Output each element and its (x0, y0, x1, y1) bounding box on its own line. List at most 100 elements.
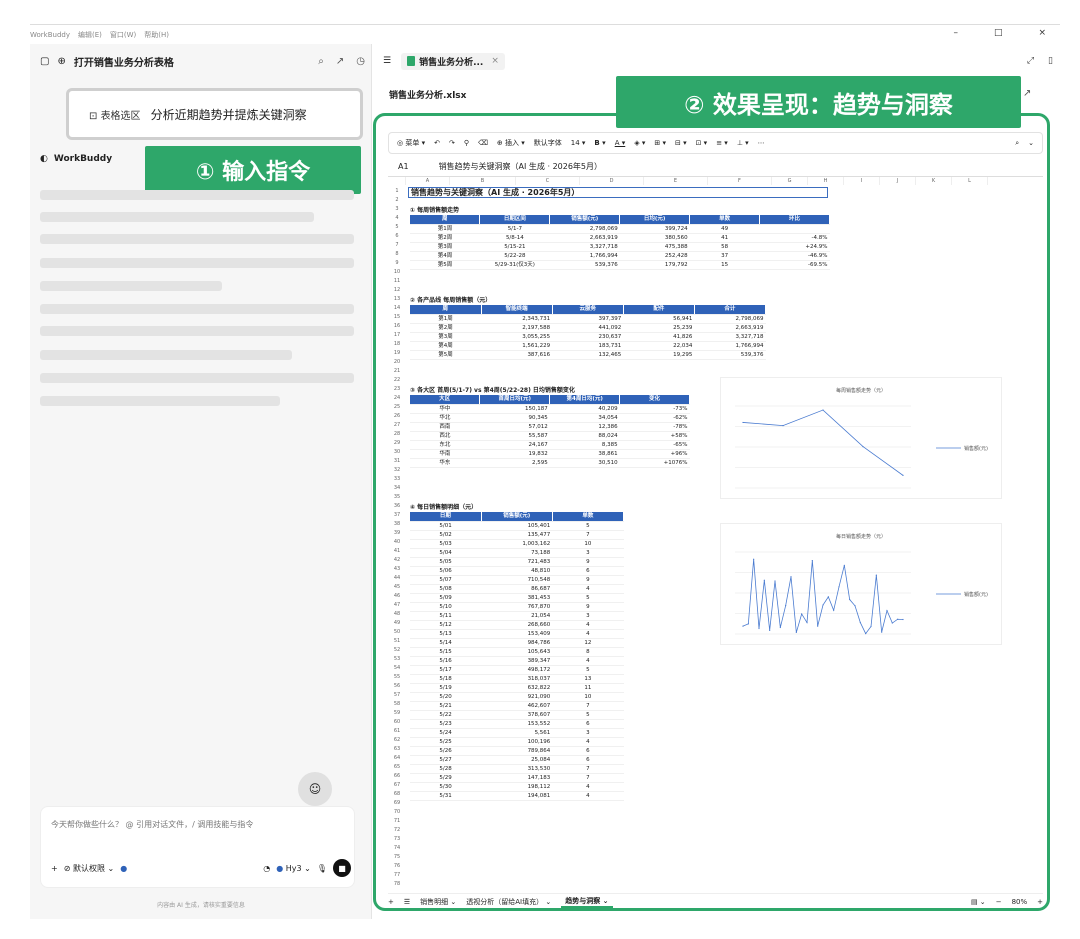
table-cell[interactable]: 5/09 (410, 593, 482, 603)
table-cell[interactable]: 华南 (410, 449, 480, 459)
table-cell[interactable]: 767,870 (481, 602, 553, 612)
row-number[interactable]: 55 (388, 673, 406, 682)
table-cell[interactable]: 5/19 (410, 683, 482, 693)
share-icon[interactable]: ↗ (1023, 88, 1031, 99)
table-cell[interactable]: 5/15-21 (479, 242, 550, 252)
table-cell[interactable]: 100,196 (481, 737, 553, 747)
table-cell[interactable]: 5 (552, 665, 624, 675)
menu-window[interactable]: 窗口(W) (110, 30, 136, 40)
permission-select[interactable]: ⊘ 默认权限 ⌄ (64, 863, 115, 874)
table-cell[interactable]: 40,209 (549, 404, 620, 414)
row-number[interactable]: 35 (388, 493, 406, 502)
table-cell[interactable]: 268,660 (481, 620, 553, 630)
table-cell[interactable]: 5 (552, 710, 624, 720)
table-cell[interactable]: 12 (552, 638, 624, 648)
row-number[interactable]: 63 (388, 745, 406, 754)
table-cell[interactable]: 3,327,718 (549, 242, 620, 252)
search-icon[interactable]: ⌕ (1015, 139, 1019, 148)
table-cell[interactable]: 5/14 (410, 638, 482, 648)
table-cell[interactable]: 12,386 (549, 422, 620, 432)
table-cell[interactable]: 105,401 (481, 521, 553, 531)
table-cell[interactable]: +24.9% (759, 242, 830, 252)
table-cell[interactable]: 7 (552, 764, 624, 774)
row-number[interactable]: 2 (388, 196, 406, 205)
table-cell[interactable]: 34,054 (549, 413, 620, 423)
table-cell[interactable]: 第3周 (410, 242, 480, 252)
table-cell[interactable]: 5/31 (410, 791, 482, 801)
row-number[interactable]: 67 (388, 781, 406, 790)
font-size-select[interactable]: 14 ▾ (571, 139, 586, 147)
valign-icon[interactable]: ⊥ ▾ (737, 139, 749, 147)
column-header-cell[interactable]: 单数 (552, 512, 625, 522)
table-cell[interactable]: 179,792 (619, 260, 690, 270)
column-header[interactable]: H (808, 177, 844, 185)
new-chat-icon[interactable]: ⊕ (57, 56, 65, 67)
table-cell[interactable]: 86,687 (481, 584, 553, 594)
row-number[interactable]: 31 (388, 457, 406, 466)
table-cell[interactable]: 第1周 (410, 224, 480, 234)
table-cell[interactable]: 华中 (410, 404, 480, 414)
column-header-cell[interactable]: 配件 (623, 305, 695, 315)
table-cell[interactable]: 5/01 (410, 521, 482, 531)
table-cell[interactable]: 5/15 (410, 647, 482, 657)
table-cell[interactable]: -78% (619, 422, 690, 432)
row-number[interactable]: 10 (388, 268, 406, 277)
table-cell[interactable]: 475,388 (619, 242, 690, 252)
table-cell[interactable]: 9 (552, 557, 624, 567)
wrap-icon[interactable]: ⊡ ▾ (696, 139, 708, 147)
table-cell[interactable]: 153,409 (481, 629, 553, 639)
table-cell[interactable]: 第5周 (410, 260, 480, 270)
column-header[interactable]: A (406, 177, 450, 185)
table-cell[interactable]: 2,595 (479, 458, 550, 468)
row-number[interactable]: 18 (388, 340, 406, 349)
table-cell[interactable]: 19,295 (623, 350, 695, 360)
table-cell[interactable]: 5/02 (410, 530, 482, 540)
row-number[interactable]: 11 (388, 277, 406, 286)
row-number[interactable]: 61 (388, 727, 406, 736)
column-header-cell[interactable]: 日均(元) (619, 215, 691, 225)
insert-button[interactable]: ⊕ 插入 ▾ (497, 138, 525, 148)
row-number[interactable]: 70 (388, 808, 406, 817)
column-header-cell[interactable]: 日期区间 (479, 215, 551, 225)
table-cell[interactable]: 5/23 (410, 719, 482, 729)
table-cell[interactable]: 2,798,069 (549, 224, 620, 234)
column-header-cell[interactable]: 第4周日均(元) (549, 395, 621, 405)
row-number[interactable]: 25 (388, 403, 406, 412)
table-cell[interactable]: 1,766,994 (549, 251, 620, 261)
table-cell[interactable]: 57,012 (479, 422, 550, 432)
table-cell[interactable]: 90,345 (479, 413, 550, 423)
row-number[interactable]: 53 (388, 655, 406, 664)
menu-edit[interactable]: 编辑(E) (78, 30, 102, 40)
row-number[interactable]: 78 (388, 880, 406, 889)
table-cell[interactable]: 147,183 (481, 773, 553, 783)
table-cell[interactable]: 4 (552, 656, 624, 666)
table-cell[interactable]: 19,832 (479, 449, 550, 459)
daily-chart[interactable]: 每日销售额走势（元） 销售额(元) (720, 523, 1002, 645)
row-number[interactable]: 26 (388, 412, 406, 421)
row-number[interactable]: 41 (388, 547, 406, 556)
table-cell[interactable]: 华东 (410, 458, 480, 468)
row-number[interactable]: 66 (388, 772, 406, 781)
table-cell[interactable]: 378,607 (481, 710, 553, 720)
table-cell[interactable]: 41,826 (623, 332, 695, 342)
table-cell[interactable]: 22,034 (623, 341, 695, 351)
table-cell[interactable]: 6 (552, 755, 624, 765)
table-cell[interactable]: 5/05 (410, 557, 482, 567)
row-number[interactable]: 14 (388, 304, 406, 313)
column-header-cell[interactable]: 销售额(元) (549, 215, 621, 225)
table-cell[interactable]: 9 (552, 602, 624, 612)
table-cell[interactable]: 9 (552, 575, 624, 585)
row-number[interactable]: 29 (388, 439, 406, 448)
table-cell[interactable]: 1,561,229 (481, 341, 553, 351)
sheet-title[interactable]: 销售趋势与关键洞察（AI 生成 · 2026年5月） (408, 187, 828, 198)
table-cell[interactable]: 389,347 (481, 656, 553, 666)
table-cell[interactable]: 183,731 (552, 341, 624, 351)
column-header-cell[interactable]: 周 (410, 215, 481, 225)
row-number[interactable]: 23 (388, 385, 406, 394)
row-number[interactable]: 22 (388, 376, 406, 385)
column-header[interactable]: I (844, 177, 880, 185)
table-cell[interactable] (759, 224, 830, 234)
table-cell[interactable]: 399,724 (619, 224, 690, 234)
zoom-out-icon[interactable]: − (996, 898, 1002, 906)
sheet-tab-trends[interactable]: 趋势与洞察 ⌄ (561, 896, 613, 908)
